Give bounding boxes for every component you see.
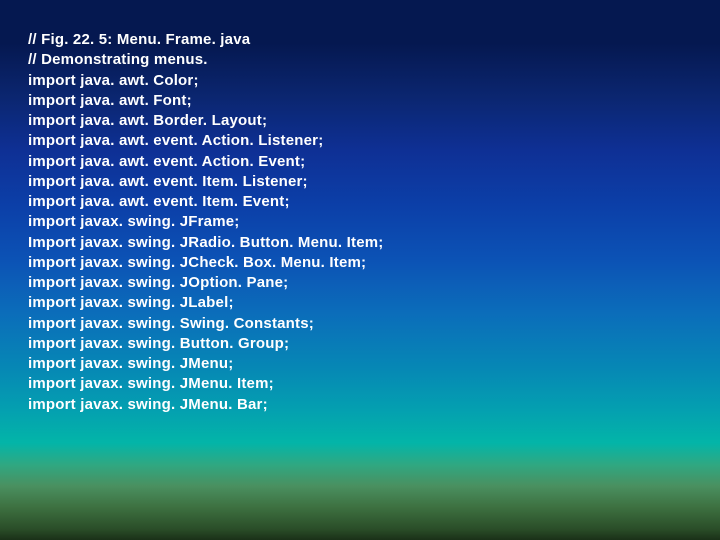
code-line: import javax. swing. JLabel; — [28, 293, 692, 313]
code-line: import javax. swing. JOption. Pane; — [28, 273, 692, 293]
code-line: import java. awt. event. Action. Event; — [28, 152, 692, 172]
code-block: // Fig. 22. 5: Menu. Frame. java // Demo… — [28, 30, 692, 415]
code-line: import java. awt. event. Item. Listener; — [28, 172, 692, 192]
code-line: import javax. swing. JMenu; — [28, 354, 692, 374]
code-line: import java. awt. Color; — [28, 71, 692, 91]
slide-container: // Fig. 22. 5: Menu. Frame. java // Demo… — [0, 0, 720, 540]
code-line: // Demonstrating menus. — [28, 50, 692, 70]
code-line: import java. awt. Border. Layout; — [28, 111, 692, 131]
code-line: import java. awt. event. Item. Event; — [28, 192, 692, 212]
code-line: // Fig. 22. 5: Menu. Frame. java — [28, 30, 692, 50]
code-line: import javax. swing. JFrame; — [28, 212, 692, 232]
code-line: import javax. swing. JMenu. Item; — [28, 374, 692, 394]
code-line: import javax. swing. JMenu. Bar; — [28, 395, 692, 415]
code-line: Import javax. swing. JRadio. Button. Men… — [28, 233, 692, 253]
code-line: import java. awt. event. Action. Listene… — [28, 131, 692, 151]
code-line: import javax. swing. JCheck. Box. Menu. … — [28, 253, 692, 273]
code-line: import javax. swing. Swing. Constants; — [28, 314, 692, 334]
code-line: import javax. swing. Button. Group; — [28, 334, 692, 354]
code-line: import java. awt. Font; — [28, 91, 692, 111]
